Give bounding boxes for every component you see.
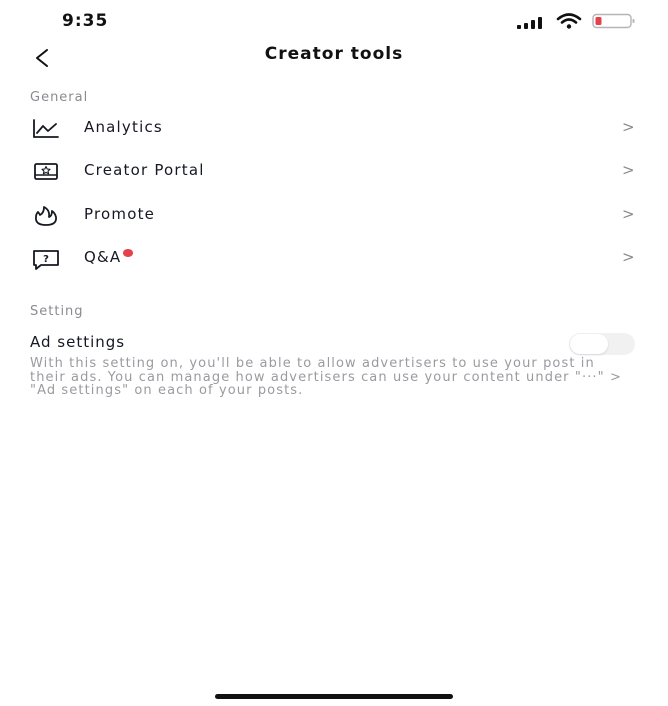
qa-icon: ? <box>33 250 59 270</box>
svg-text:?: ? <box>43 254 49 265</box>
menu-item-analytics[interactable]: Analytics > <box>0 108 668 148</box>
status-bar: 9:35 <box>0 0 668 40</box>
page-title: Creator tools <box>264 44 404 64</box>
creator-portal-icon <box>34 163 58 180</box>
promote-flame-icon <box>35 206 57 226</box>
chevron-right-icon: > <box>622 161 635 179</box>
menu-item-qa[interactable]: ? Q&A > <box>0 238 668 278</box>
signal-icon <box>517 17 542 29</box>
menu-item-label: Creator Portal <box>84 161 205 179</box>
menu-item-label: Analytics <box>84 118 163 136</box>
toggle-knob <box>570 334 608 354</box>
section-header-setting: Setting <box>30 304 84 319</box>
menu-item-promote[interactable]: Promote > <box>0 195 668 235</box>
qa-label-text: Q&A <box>84 248 122 266</box>
ad-settings-title: Ad settings <box>30 333 126 351</box>
analytics-icon <box>33 119 59 138</box>
status-time: 9:35 <box>62 11 109 31</box>
home-indicator[interactable] <box>215 694 453 699</box>
chevron-right-icon: > <box>622 205 635 223</box>
nav-bar: Creator tools <box>0 40 668 74</box>
battery-icon <box>592 13 635 29</box>
menu-item-label: Promote <box>84 205 156 223</box>
ad-settings-toggle[interactable] <box>569 333 635 355</box>
menu-item-label: Q&A <box>84 248 134 266</box>
section-header-general: General <box>30 90 89 105</box>
menu-item-creator-portal[interactable]: Creator Portal > <box>0 151 668 191</box>
notification-dot <box>123 249 134 257</box>
chevron-right-icon: > <box>622 248 635 266</box>
ad-settings-description: With this setting on, you'll be able to … <box>30 356 622 398</box>
wifi-icon <box>556 13 582 29</box>
chevron-right-icon: > <box>622 118 635 136</box>
